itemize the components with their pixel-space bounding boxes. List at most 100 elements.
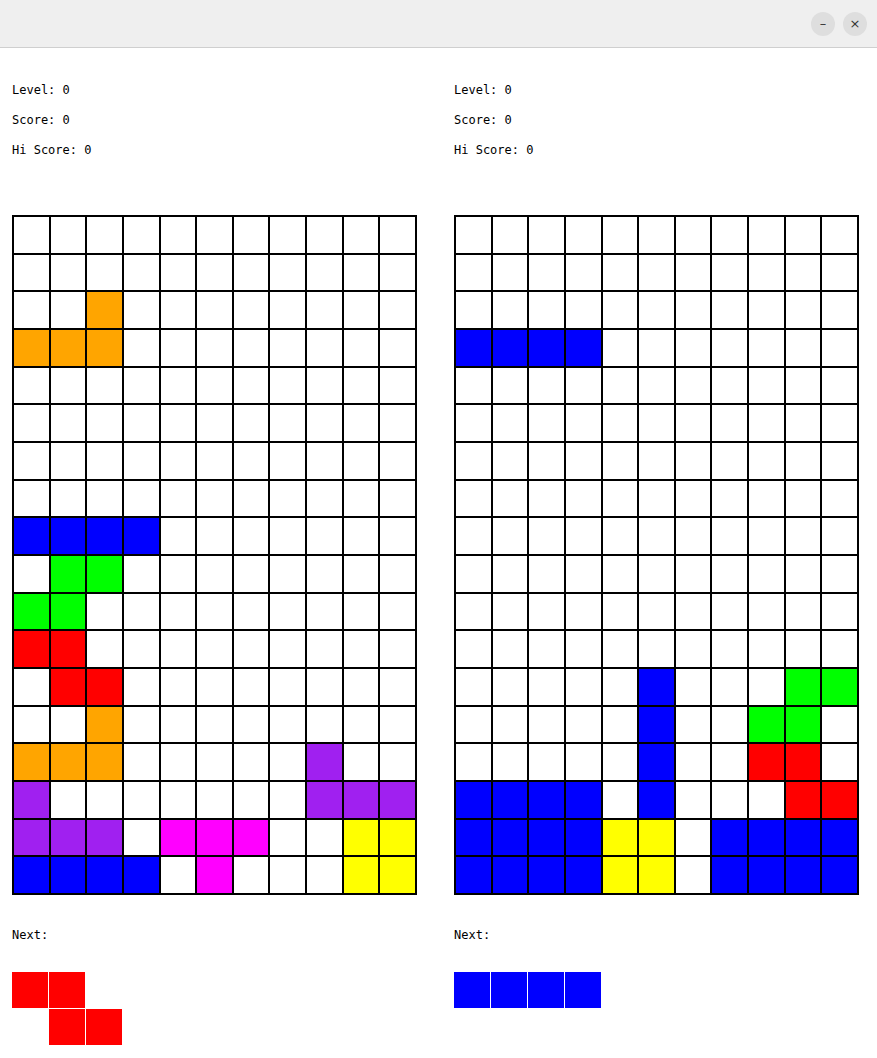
- board-cell: [233, 216, 270, 254]
- board-cell: [86, 856, 123, 894]
- board-cell: [675, 442, 712, 480]
- board-cell: [748, 480, 785, 518]
- board-cell: [306, 819, 343, 857]
- stat-line: Hi Score: 0: [454, 135, 859, 165]
- board-cell: [711, 442, 748, 480]
- board-cell: [50, 254, 87, 292]
- board-cell: [528, 555, 565, 593]
- board-cell: [528, 517, 565, 555]
- board-cell: [528, 480, 565, 518]
- board-cell: [160, 743, 197, 781]
- board-cell: [86, 480, 123, 518]
- board-cell: [821, 367, 858, 405]
- board-cell: [638, 480, 675, 518]
- board-cell: [86, 743, 123, 781]
- board-cell: [675, 555, 712, 593]
- board-cell: [785, 819, 822, 857]
- board-cell: [343, 216, 380, 254]
- next-label: Next:: [12, 925, 417, 945]
- board-cell: [565, 442, 602, 480]
- board-cell: [785, 216, 822, 254]
- game-window: –×Level: 0Score: 0Hi Score: 0Next:Level:…: [0, 0, 877, 1058]
- board-cell: [455, 555, 492, 593]
- board-cell: [343, 480, 380, 518]
- board-cell: [455, 668, 492, 706]
- board-cell: [821, 706, 858, 744]
- board-cell: [50, 593, 87, 631]
- board-cell: [602, 291, 639, 329]
- board-cell: [160, 216, 197, 254]
- board-cell: [785, 555, 822, 593]
- board-cell: [492, 254, 529, 292]
- board-cell: [785, 254, 822, 292]
- board-cell: [269, 216, 306, 254]
- board-cell: [379, 480, 416, 518]
- board-cell: [821, 630, 858, 668]
- board-cell: [711, 367, 748, 405]
- next-cell: [12, 1009, 48, 1045]
- minimize-button[interactable]: –: [811, 12, 835, 36]
- board-cell: [196, 555, 233, 593]
- board-cell: [269, 517, 306, 555]
- board-cell: [160, 254, 197, 292]
- board-cell: [638, 555, 675, 593]
- board-cell: [343, 517, 380, 555]
- stat-line: Score: 0: [12, 105, 417, 135]
- board-cell: [455, 706, 492, 744]
- board-cell: [86, 329, 123, 367]
- board-cell: [565, 367, 602, 405]
- board-cell: [638, 329, 675, 367]
- board-cell: [233, 856, 270, 894]
- board-cell: [50, 216, 87, 254]
- board-cell: [455, 254, 492, 292]
- board-cell: [86, 517, 123, 555]
- board-cell: [565, 781, 602, 819]
- board-cell: [306, 480, 343, 518]
- board-cell: [492, 404, 529, 442]
- board-cell: [233, 367, 270, 405]
- board-cell: [123, 442, 160, 480]
- board-cell: [196, 404, 233, 442]
- board-cell: [233, 555, 270, 593]
- board-cell: [638, 630, 675, 668]
- board-cell: [748, 555, 785, 593]
- board-cell: [306, 743, 343, 781]
- board-cell: [565, 216, 602, 254]
- board-cell: [86, 216, 123, 254]
- board-cell: [711, 517, 748, 555]
- board-cell: [785, 329, 822, 367]
- board-cell: [160, 555, 197, 593]
- board-cell: [528, 743, 565, 781]
- board-cell: [602, 404, 639, 442]
- players: Level: 0Score: 0Hi Score: 0Next:Level: 0…: [0, 48, 877, 1045]
- board-cell: [528, 254, 565, 292]
- board-cell: [492, 517, 529, 555]
- board-cell: [638, 367, 675, 405]
- board-cell: [492, 706, 529, 744]
- stat-line: Level: 0: [454, 75, 859, 105]
- board-cell: [269, 480, 306, 518]
- board-cell: [86, 781, 123, 819]
- board-cell: [379, 216, 416, 254]
- board-cell: [196, 517, 233, 555]
- board-cell: [306, 329, 343, 367]
- board-cell: [711, 630, 748, 668]
- board-cell: [379, 819, 416, 857]
- board-cell: [748, 593, 785, 631]
- board-cell: [528, 291, 565, 329]
- board-cell: [565, 404, 602, 442]
- board-cell: [196, 442, 233, 480]
- board-cell: [528, 216, 565, 254]
- board-cell: [233, 630, 270, 668]
- board-cell: [13, 329, 50, 367]
- board-cell: [675, 329, 712, 367]
- board-cell: [50, 517, 87, 555]
- close-button[interactable]: ×: [843, 12, 867, 36]
- board-cell: [306, 517, 343, 555]
- board-cell: [748, 630, 785, 668]
- board-cell: [821, 329, 858, 367]
- board-cell: [455, 856, 492, 894]
- board-cell: [50, 668, 87, 706]
- board-cell: [379, 367, 416, 405]
- board-cell: [196, 781, 233, 819]
